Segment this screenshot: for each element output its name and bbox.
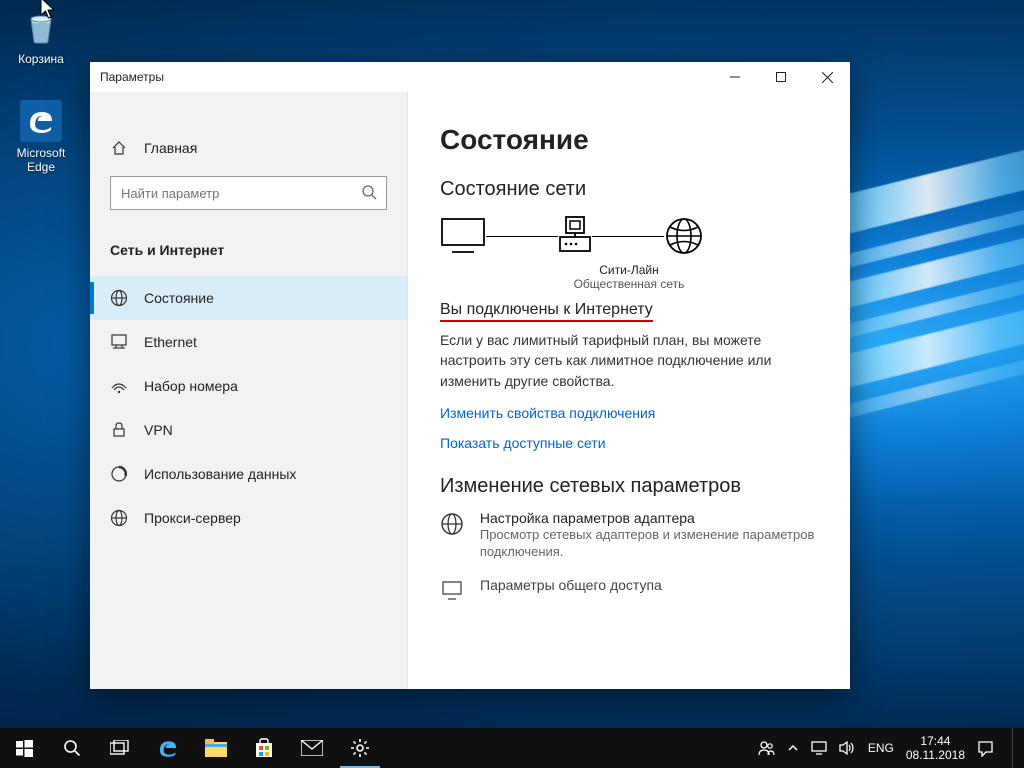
data-usage-icon bbox=[110, 465, 128, 483]
sidebar-item-status[interactable]: Состояние bbox=[90, 276, 407, 320]
taskbar-app-store[interactable] bbox=[240, 728, 288, 768]
tray-volume-icon[interactable] bbox=[839, 740, 856, 756]
sidebar-home[interactable]: Главная bbox=[90, 126, 407, 170]
pc-icon bbox=[440, 217, 486, 255]
sharing-title: Параметры общего доступа bbox=[480, 577, 662, 593]
setting-sharing-options[interactable]: Параметры общего доступа bbox=[440, 577, 818, 603]
sidebar-item-label: Использование данных bbox=[144, 466, 296, 482]
search-input[interactable] bbox=[110, 176, 387, 210]
desktop-icon-label: Microsoft Edge bbox=[4, 146, 78, 174]
section-change-network-settings: Изменение сетевых параметров bbox=[440, 475, 818, 498]
window-maximize-button[interactable] bbox=[758, 62, 804, 92]
window-minimize-button[interactable] bbox=[712, 62, 758, 92]
tray-chevron-up-icon[interactable] bbox=[787, 742, 799, 754]
setting-adapter-options[interactable]: Настройка параметров адаптера Просмотр с… bbox=[440, 510, 818, 561]
taskbar-app-explorer[interactable] bbox=[192, 728, 240, 768]
network-name: Сити-Лайн bbox=[440, 263, 818, 277]
dialup-icon bbox=[110, 377, 128, 395]
taskbar-app-settings[interactable] bbox=[336, 728, 384, 768]
taskbar-search-button[interactable] bbox=[48, 728, 96, 768]
router-icon bbox=[558, 215, 592, 257]
status-icon bbox=[110, 289, 128, 307]
task-view-button[interactable] bbox=[96, 728, 144, 768]
window-close-button[interactable] bbox=[804, 62, 850, 92]
sidebar-item-label: Ethernet bbox=[144, 334, 197, 350]
taskbar-app-mail[interactable] bbox=[288, 728, 336, 768]
show-desktop-button[interactable] bbox=[1012, 728, 1018, 768]
system-tray: ENG 17:44 08.11.2018 bbox=[757, 728, 1024, 768]
window-titlebar[interactable]: Параметры bbox=[90, 62, 850, 92]
settings-sidebar: Главная Сеть и Интернет Состояние Et bbox=[90, 92, 408, 689]
adapter-title: Настройка параметров адаптера bbox=[480, 510, 818, 526]
connected-heading: Вы подключены к Интернету bbox=[440, 301, 818, 322]
tray-clock[interactable]: 17:44 08.11.2018 bbox=[906, 734, 965, 763]
tray-network-icon[interactable] bbox=[811, 740, 827, 756]
taskbar: ENG 17:44 08.11.2018 bbox=[0, 728, 1024, 768]
page-title: Состояние bbox=[440, 124, 818, 156]
sharing-icon bbox=[440, 577, 466, 603]
globe-icon bbox=[664, 216, 704, 256]
proxy-icon bbox=[110, 509, 128, 527]
tray-language[interactable]: ENG bbox=[868, 741, 894, 755]
window-title: Параметры bbox=[100, 70, 164, 84]
search-icon bbox=[361, 184, 377, 200]
sidebar-home-label: Главная bbox=[144, 140, 197, 156]
edge-icon bbox=[20, 100, 62, 142]
settings-window: Параметры Главная bbox=[90, 62, 850, 689]
sidebar-item-dialup[interactable]: Набор номера bbox=[90, 364, 407, 408]
tray-notifications-icon[interactable] bbox=[977, 740, 994, 757]
settings-main: Состояние Состояние сети Сити-Лай bbox=[408, 92, 850, 689]
adapter-icon bbox=[440, 510, 466, 536]
desktop-icon-edge[interactable]: Microsoft Edge bbox=[4, 100, 78, 174]
sidebar-item-proxy[interactable]: Прокси-сервер bbox=[90, 496, 407, 540]
sidebar-item-label: Набор номера bbox=[144, 378, 238, 394]
adapter-subtitle: Просмотр сетевых адаптеров и изменение п… bbox=[480, 526, 818, 561]
desktop-icon-recycle-bin[interactable]: Корзина bbox=[4, 6, 78, 66]
tray-people-icon[interactable] bbox=[757, 739, 775, 757]
recycle-bin-icon bbox=[20, 6, 62, 48]
network-type: Общественная сеть bbox=[440, 277, 818, 291]
vpn-icon bbox=[110, 421, 128, 439]
ethernet-icon bbox=[110, 333, 128, 351]
start-button[interactable] bbox=[0, 728, 48, 768]
sidebar-item-label: VPN bbox=[144, 422, 173, 438]
network-diagram: Сити-Лайн Общественная сеть bbox=[440, 215, 818, 291]
sidebar-item-data-usage[interactable]: Использование данных bbox=[90, 452, 407, 496]
sidebar-item-label: Прокси-сервер bbox=[144, 510, 241, 526]
link-change-connection-properties[interactable]: Изменить свойства подключения bbox=[440, 405, 818, 421]
desktop-icon-label: Корзина bbox=[4, 52, 78, 66]
section-network-status: Состояние сети bbox=[440, 178, 818, 201]
sidebar-item-label: Состояние bbox=[144, 290, 214, 306]
link-show-available-networks[interactable]: Показать доступные сети bbox=[440, 435, 818, 451]
connected-body: Если у вас лимитный тарифный план, вы мо… bbox=[440, 330, 818, 391]
taskbar-app-edge[interactable] bbox=[144, 728, 192, 768]
sidebar-item-vpn[interactable]: VPN bbox=[90, 408, 407, 452]
sidebar-category: Сеть и Интернет bbox=[90, 230, 407, 270]
home-icon bbox=[110, 140, 128, 156]
sidebar-item-ethernet[interactable]: Ethernet bbox=[90, 320, 407, 364]
